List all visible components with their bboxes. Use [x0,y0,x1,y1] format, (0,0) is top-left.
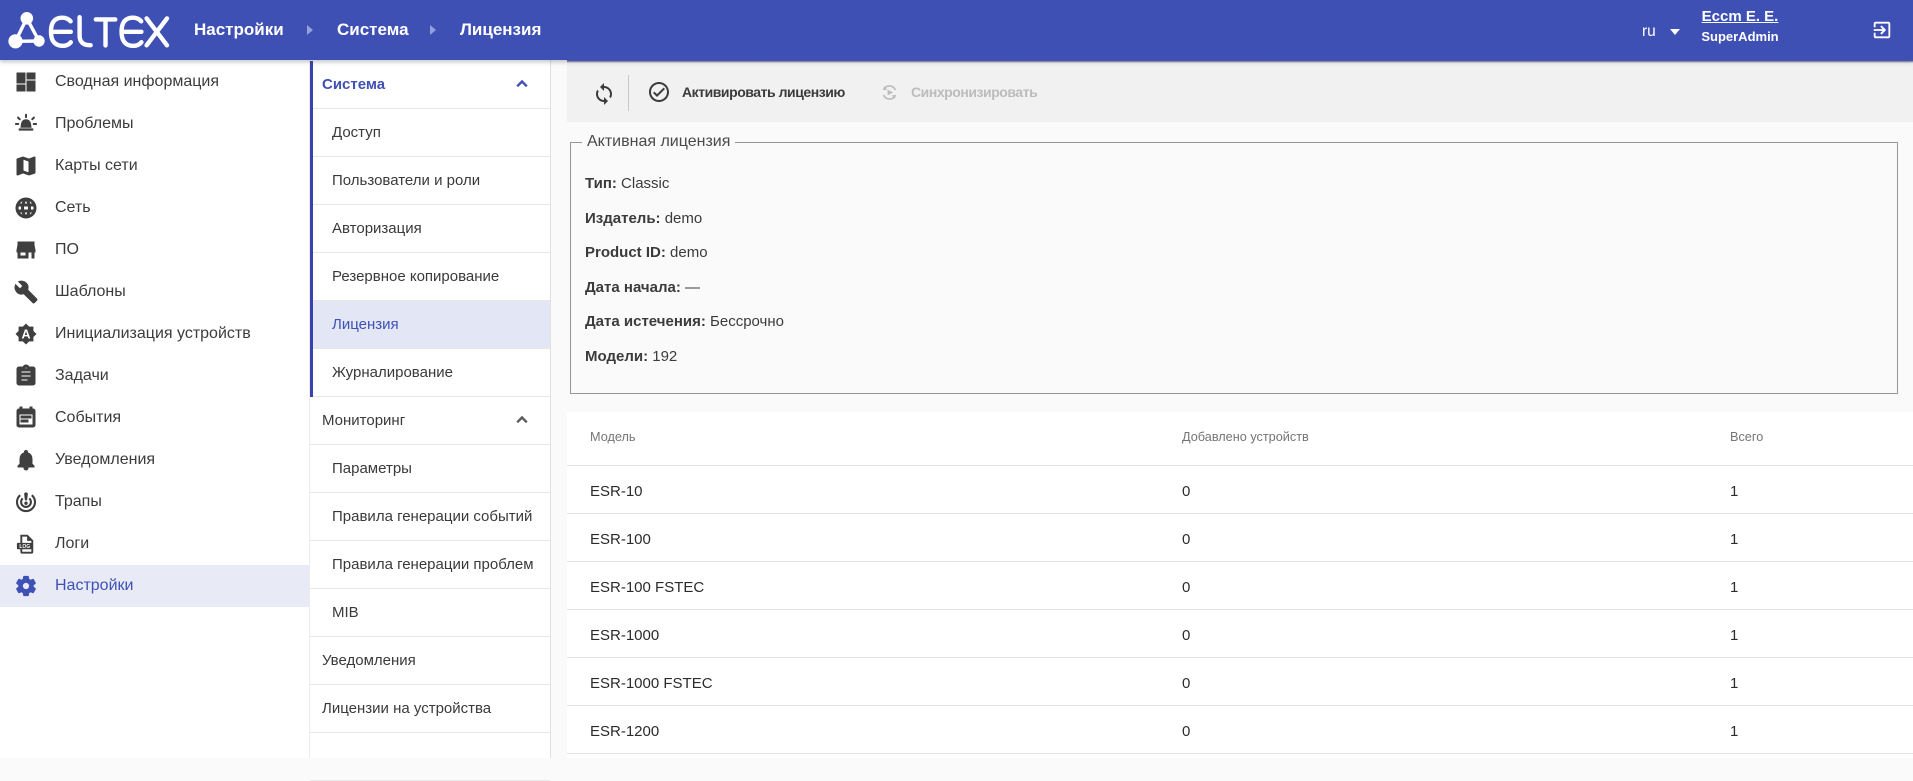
svg-text:A: A [21,328,30,342]
svg-text:LOG: LOG [19,544,30,550]
